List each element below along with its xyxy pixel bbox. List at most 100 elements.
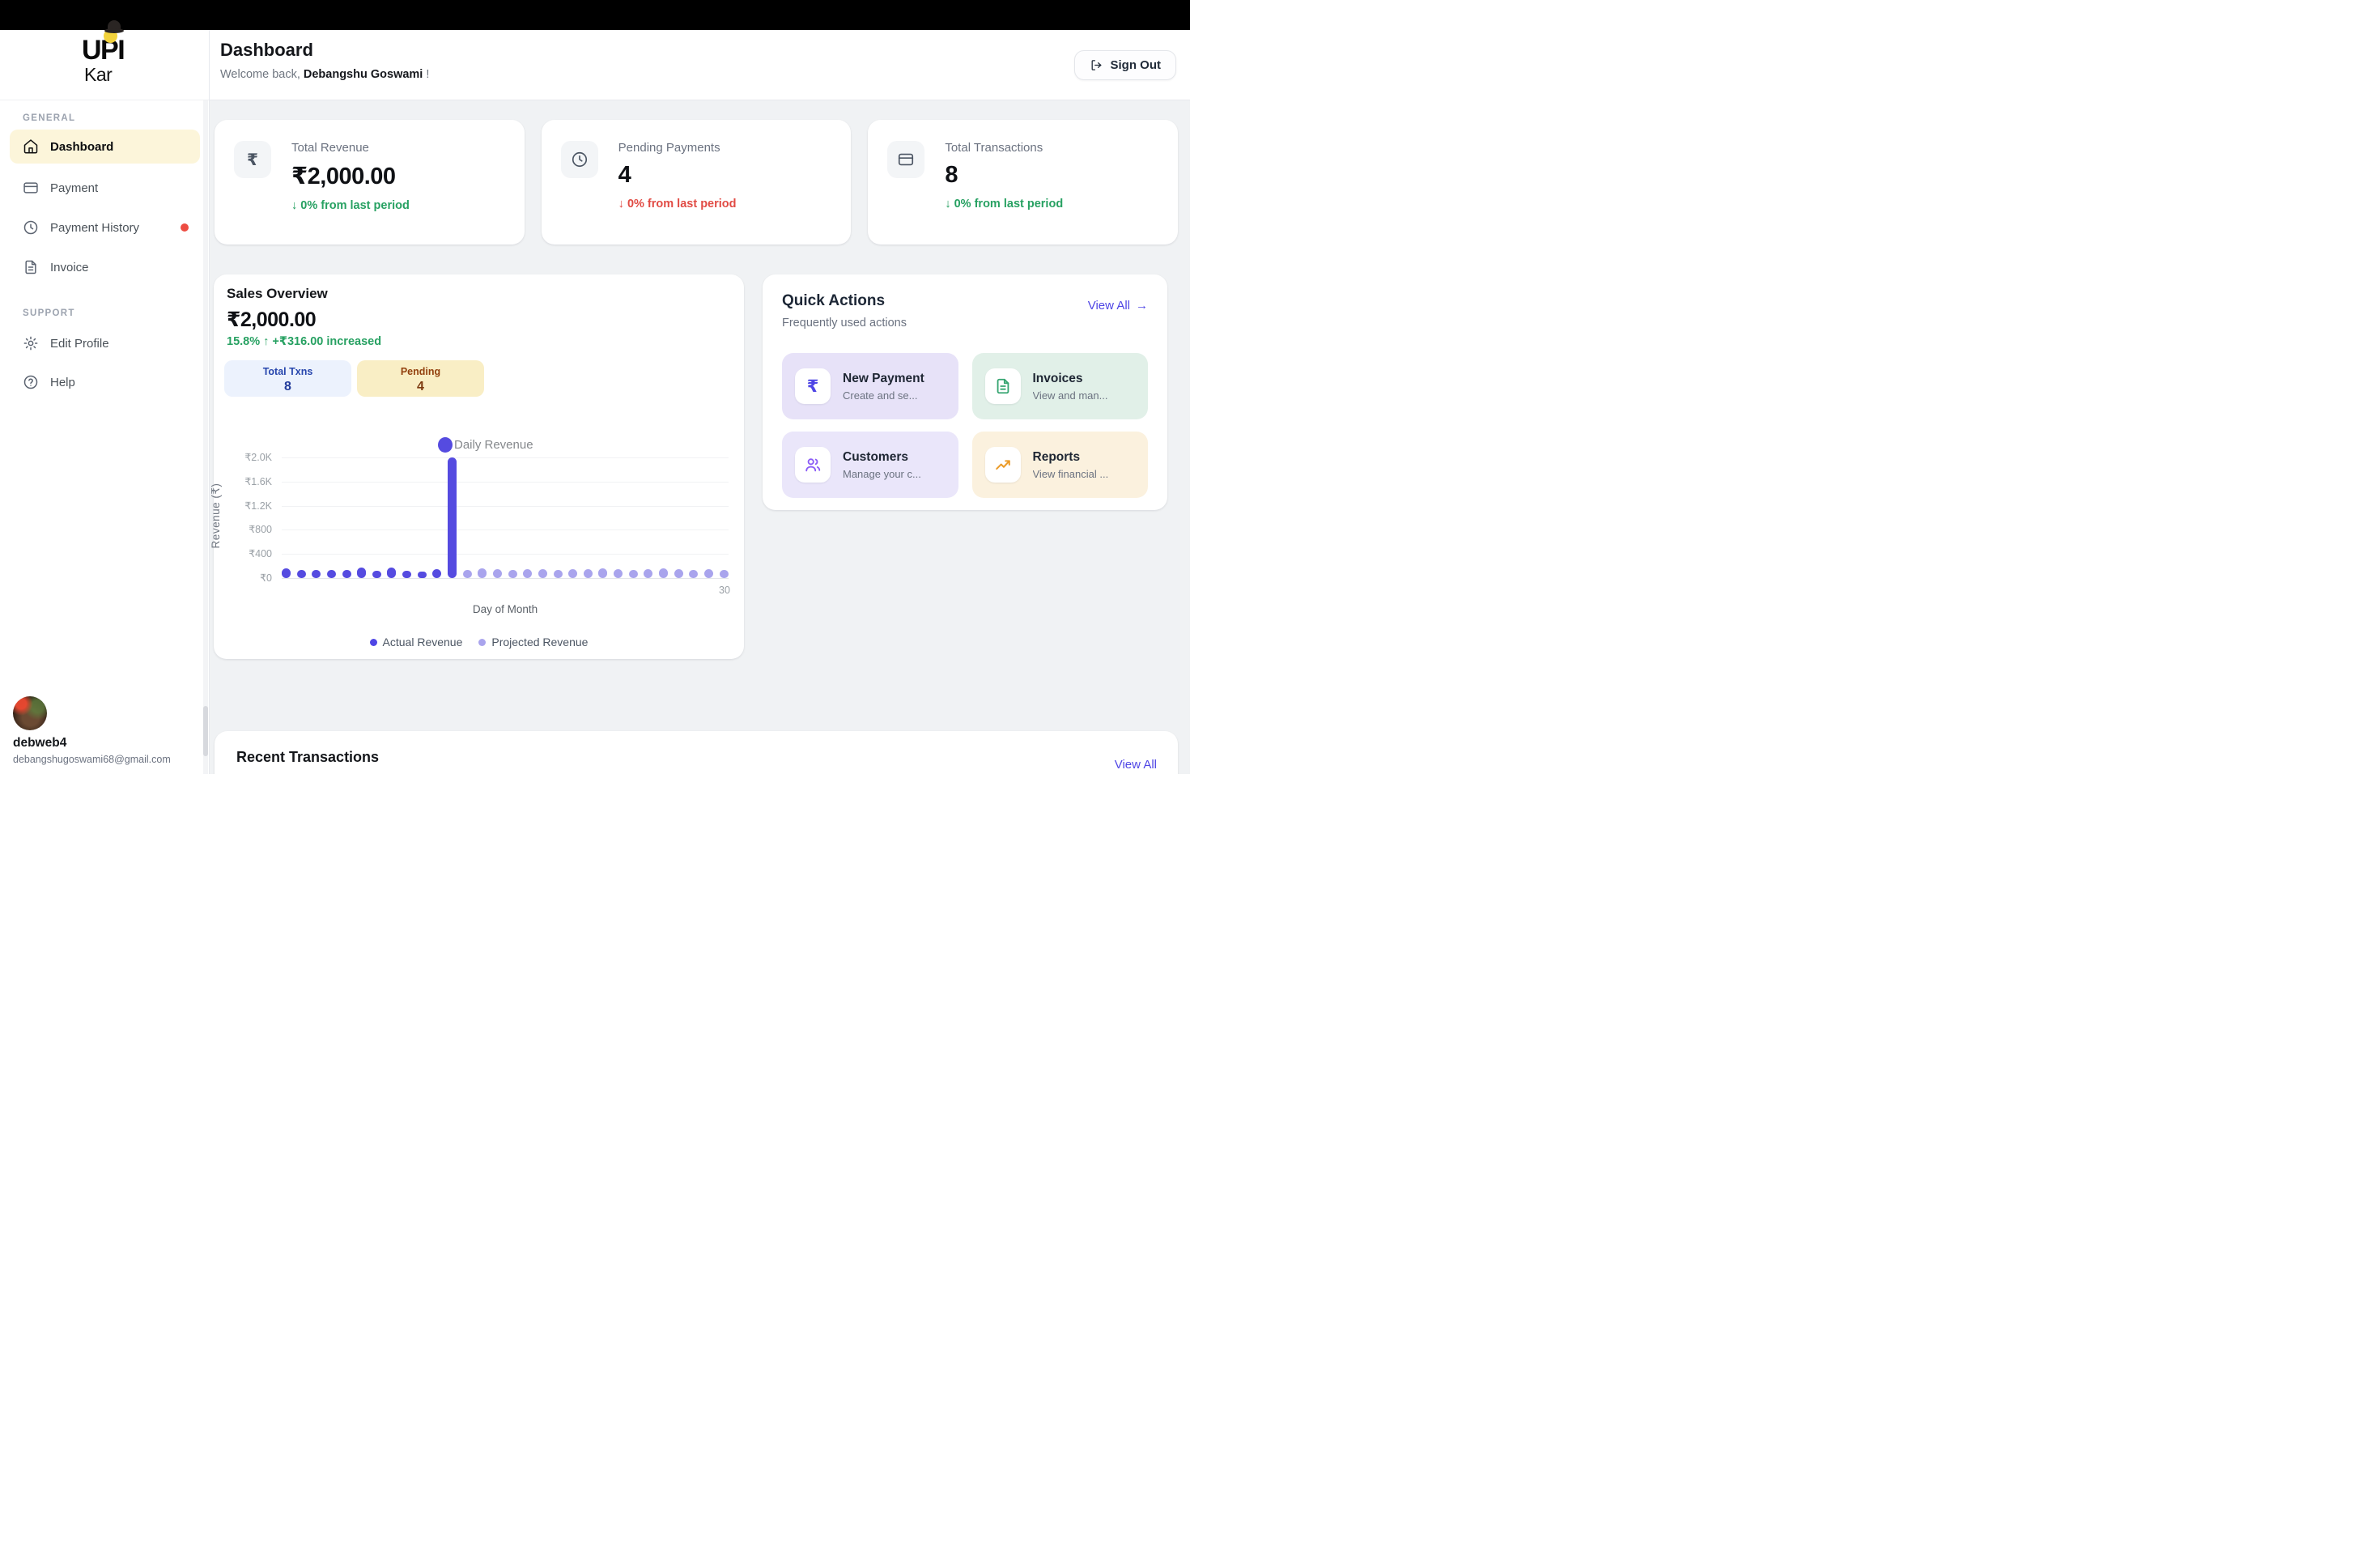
bar-day-26[interactable]	[659, 568, 668, 578]
sidebar-item-help[interactable]: Help	[10, 365, 200, 399]
bar-day-1[interactable]	[282, 568, 291, 578]
x-tick-30: 30	[712, 585, 737, 596]
quick-actions-view-all-link[interactable]: View All→	[1088, 299, 1148, 313]
sidebar-item-dashboard[interactable]: Dashboard	[10, 130, 200, 164]
y-tick-label: ₹400	[215, 547, 272, 559]
stat-card-pending-payments: Pending Payments 4 ↓ 0% from last period	[542, 120, 852, 245]
sidebar-item-payment-history[interactable]: Payment History	[10, 211, 200, 245]
y-tick-label: ₹800	[215, 523, 272, 535]
sidebar-item-label: Help	[50, 376, 75, 389]
bar-day-9[interactable]	[402, 571, 411, 578]
stat-card-total-transactions: Total Transactions 8 ↓ 0% from last peri…	[868, 120, 1178, 245]
bar-day-14[interactable]	[478, 568, 487, 578]
bar-day-11[interactable]	[432, 569, 441, 578]
quick-action-customers[interactable]: Customers Manage your c...	[782, 432, 958, 498]
rupee-icon: ₹	[795, 368, 831, 404]
bar-day-4[interactable]	[327, 570, 336, 578]
bar-day-15[interactable]	[493, 569, 502, 578]
bar-day-24[interactable]	[629, 570, 638, 578]
bar-day-13[interactable]	[463, 570, 472, 578]
x-axis-title: Day of Month	[282, 603, 729, 615]
page-header: Dashboard Welcome back, Debangshu Goswam…	[210, 30, 1190, 100]
hat-icon	[102, 20, 126, 41]
bar-series	[282, 457, 729, 578]
profile-email: debangshugoswami68@gmail.com	[13, 754, 199, 765]
sign-out-button[interactable]: Sign Out	[1074, 50, 1177, 80]
quick-action-invoices[interactable]: Invoices View and man...	[972, 353, 1149, 419]
brand-subtitle: Kar	[84, 66, 112, 84]
welcome-text: Welcome back, Debangshu Goswami !	[220, 68, 429, 81]
stat-value: ₹2,000.00	[291, 162, 410, 190]
bar-day-23[interactable]	[614, 569, 623, 578]
bar-day-10[interactable]	[418, 572, 427, 578]
users-icon	[795, 447, 831, 483]
top-black-bar	[0, 0, 1190, 30]
bar-day-19[interactable]	[554, 570, 563, 578]
sidebar-section-support: SUPPORT	[23, 308, 75, 318]
bar-day-3[interactable]	[312, 570, 321, 578]
sales-amount: ₹2,000.00	[227, 308, 316, 332]
bar-day-20[interactable]	[568, 569, 577, 578]
sidebar-item-label: Dashboard	[50, 140, 113, 154]
recent-transactions-title: Recent Transactions	[236, 749, 379, 766]
bar-day-12[interactable]	[448, 457, 457, 578]
sales-title: Sales Overview	[227, 286, 328, 302]
sidebar-scrollbar-thumb[interactable]	[203, 706, 208, 756]
sidebar-section-general: GENERAL	[23, 113, 75, 123]
main-content: ₹ Total Revenue ₹2,000.00 ↓ 0% from last…	[210, 100, 1190, 774]
quick-actions-grid: ₹ New Payment Create and se... Invoices …	[782, 353, 1148, 498]
user-profile[interactable]: debweb4 debangshugoswami68@gmail.com	[13, 696, 199, 765]
y-tick-label: ₹0	[215, 572, 272, 584]
card-icon	[887, 141, 924, 178]
chart-plot: ₹0₹400₹800₹1.2K₹1.6K₹2.0K	[282, 457, 729, 578]
bar-day-2[interactable]	[297, 570, 306, 578]
recent-transactions-view-all-link[interactable]: View All	[1115, 758, 1157, 772]
bar-day-27[interactable]	[674, 569, 683, 578]
welcome-user-name: Debangshu Goswami	[304, 68, 423, 81]
credit-card-icon	[23, 180, 39, 196]
sidebar-item-label: Edit Profile	[50, 337, 109, 351]
stat-delta: ↓ 0% from last period	[291, 199, 410, 212]
bar-day-28[interactable]	[689, 570, 698, 578]
legend-actual-revenue: Actual Revenue	[370, 636, 463, 649]
bar-day-5[interactable]	[342, 570, 351, 578]
gear-icon	[23, 335, 39, 351]
bar-day-7[interactable]	[372, 571, 381, 578]
clock-icon	[23, 219, 39, 236]
series-dot-icon	[438, 437, 453, 453]
bar-day-30[interactable]	[720, 570, 729, 578]
sales-delta: 15.8% ↑ +₹316.00 increased	[227, 335, 381, 348]
quick-action-reports[interactable]: Reports View financial ...	[972, 432, 1149, 498]
rupee-icon: ₹	[234, 141, 271, 178]
bar-day-17[interactable]	[523, 569, 532, 578]
bar-day-22[interactable]	[598, 568, 607, 578]
gridline	[282, 578, 729, 579]
bar-day-8[interactable]	[387, 568, 396, 578]
stats-row: ₹ Total Revenue ₹2,000.00 ↓ 0% from last…	[215, 120, 1178, 245]
invoice-icon	[985, 368, 1021, 404]
quick-actions-subtitle: Frequently used actions	[782, 317, 1148, 330]
sidebar-item-label: Payment	[50, 181, 98, 195]
stat-value: 4	[618, 162, 737, 189]
stat-delta: ↓ 0% from last period	[945, 198, 1063, 211]
bar-day-25[interactable]	[644, 569, 652, 578]
avatar[interactable]	[13, 696, 47, 730]
y-tick-label: ₹1.6K	[215, 475, 272, 487]
sidebar-item-label: Invoice	[50, 261, 89, 274]
bar-day-29[interactable]	[704, 569, 713, 578]
bar-day-18[interactable]	[538, 569, 547, 578]
stat-label: Total Revenue	[291, 141, 410, 155]
stat-card-total-revenue: ₹ Total Revenue ₹2,000.00 ↓ 0% from last…	[215, 120, 525, 245]
sidebar-scrollbar[interactable]	[203, 100, 208, 774]
bar-day-6[interactable]	[357, 568, 366, 578]
sidebar-item-edit-profile[interactable]: Edit Profile	[10, 326, 200, 360]
clock-icon	[561, 141, 598, 178]
sidebar-item-payment[interactable]: Payment	[10, 171, 200, 205]
stat-delta: ↓ 0% from last period	[618, 198, 737, 211]
bar-day-16[interactable]	[508, 570, 517, 578]
bar-day-21[interactable]	[584, 569, 593, 578]
trending-up-icon	[985, 447, 1021, 483]
quick-action-new-payment[interactable]: ₹ New Payment Create and se...	[782, 353, 958, 419]
notification-dot	[181, 223, 189, 232]
sidebar-item-invoice[interactable]: Invoice	[10, 250, 200, 284]
